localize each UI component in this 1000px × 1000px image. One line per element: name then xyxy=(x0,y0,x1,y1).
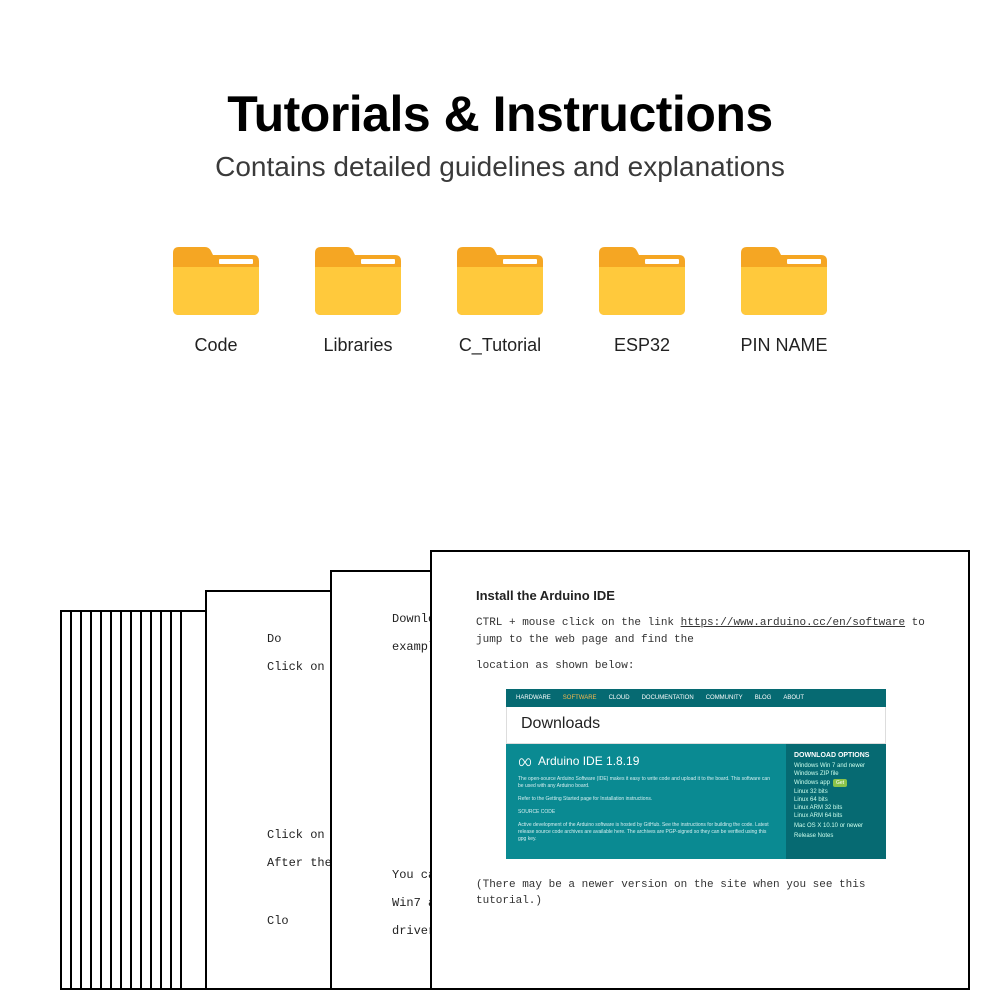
nav-item: DOCUMENTATION xyxy=(642,695,694,701)
folder-label: PIN NAME xyxy=(740,335,827,356)
option: Mac OS X 10.10 or newer xyxy=(794,823,878,829)
download-options: DOWNLOAD OPTIONS Windows Win 7 and newer… xyxy=(786,744,886,859)
option: Release Notes xyxy=(794,833,878,839)
page-title: Tutorials & Instructions xyxy=(0,85,1000,143)
downloads-screenshot: HARDWARE SOFTWARE CLOUD DOCUMENTATION CO… xyxy=(506,689,886,859)
option: Linux ARM 32 bits xyxy=(794,805,878,811)
folder-icon xyxy=(171,243,261,317)
folder-icon xyxy=(597,243,687,317)
folder-pin-name: PIN NAME xyxy=(739,243,829,356)
nav-item: COMMUNITY xyxy=(706,695,743,701)
nav-item: HARDWARE xyxy=(516,695,551,701)
ide-name: Arduino IDE 1.8.19 xyxy=(518,754,774,768)
site-nav: HARDWARE SOFTWARE CLOUD DOCUMENTATION CO… xyxy=(506,689,886,707)
folder-libraries: Libraries xyxy=(313,243,403,356)
option: Windows appGet xyxy=(794,779,878,787)
option: Linux ARM 64 bits xyxy=(794,813,878,819)
nav-item: CLOUD xyxy=(609,695,630,701)
folder-label: C_Tutorial xyxy=(459,335,541,356)
downloads-title: Downloads xyxy=(506,707,886,744)
page-subtitle: Contains detailed guidelines and explana… xyxy=(0,151,1000,183)
folder-row: Code Libraries C_Tutorial ESP32 PIN NAME xyxy=(0,243,1000,356)
folder-esp32: ESP32 xyxy=(597,243,687,356)
option: Linux 64 bits xyxy=(794,797,878,803)
folder-icon xyxy=(455,243,545,317)
nav-item-active: SOFTWARE xyxy=(563,695,597,701)
downloads-main: Arduino IDE 1.8.19 The open-source Ardui… xyxy=(506,744,786,859)
folder-icon xyxy=(739,243,829,317)
nav-item: BLOG xyxy=(755,695,772,701)
stack-page-front: Install the Arduino IDE CTRL + mouse cli… xyxy=(430,550,970,990)
option: Windows ZIP file xyxy=(794,771,878,777)
folder-label: Code xyxy=(194,335,237,356)
document-stack: Do Click on Click on After the Clo Downl… xyxy=(0,460,1000,1000)
get-button: Get xyxy=(833,779,847,787)
folder-c-tutorial: C_Tutorial xyxy=(455,243,545,356)
options-heading: DOWNLOAD OPTIONS xyxy=(794,752,878,759)
header: Tutorials & Instructions Contains detail… xyxy=(0,0,1000,183)
doc-line: location as shown below: xyxy=(476,658,928,675)
doc-note: (There may be a newer version on the sit… xyxy=(476,877,928,910)
option: Windows Win 7 and newer xyxy=(794,763,878,769)
doc-heading: Install the Arduino IDE xyxy=(476,588,928,603)
folder-label: ESP32 xyxy=(614,335,670,356)
folder-label: Libraries xyxy=(323,335,392,356)
nav-item: ABOUT xyxy=(783,695,804,701)
folder-icon xyxy=(313,243,403,317)
folder-code: Code xyxy=(171,243,261,356)
arduino-logo-icon xyxy=(518,756,532,766)
option: Linux 32 bits xyxy=(794,789,878,795)
doc-link: https://www.arduino.cc/en/software xyxy=(681,617,905,629)
doc-line: CTRL + mouse click on the link https://w… xyxy=(476,615,928,648)
